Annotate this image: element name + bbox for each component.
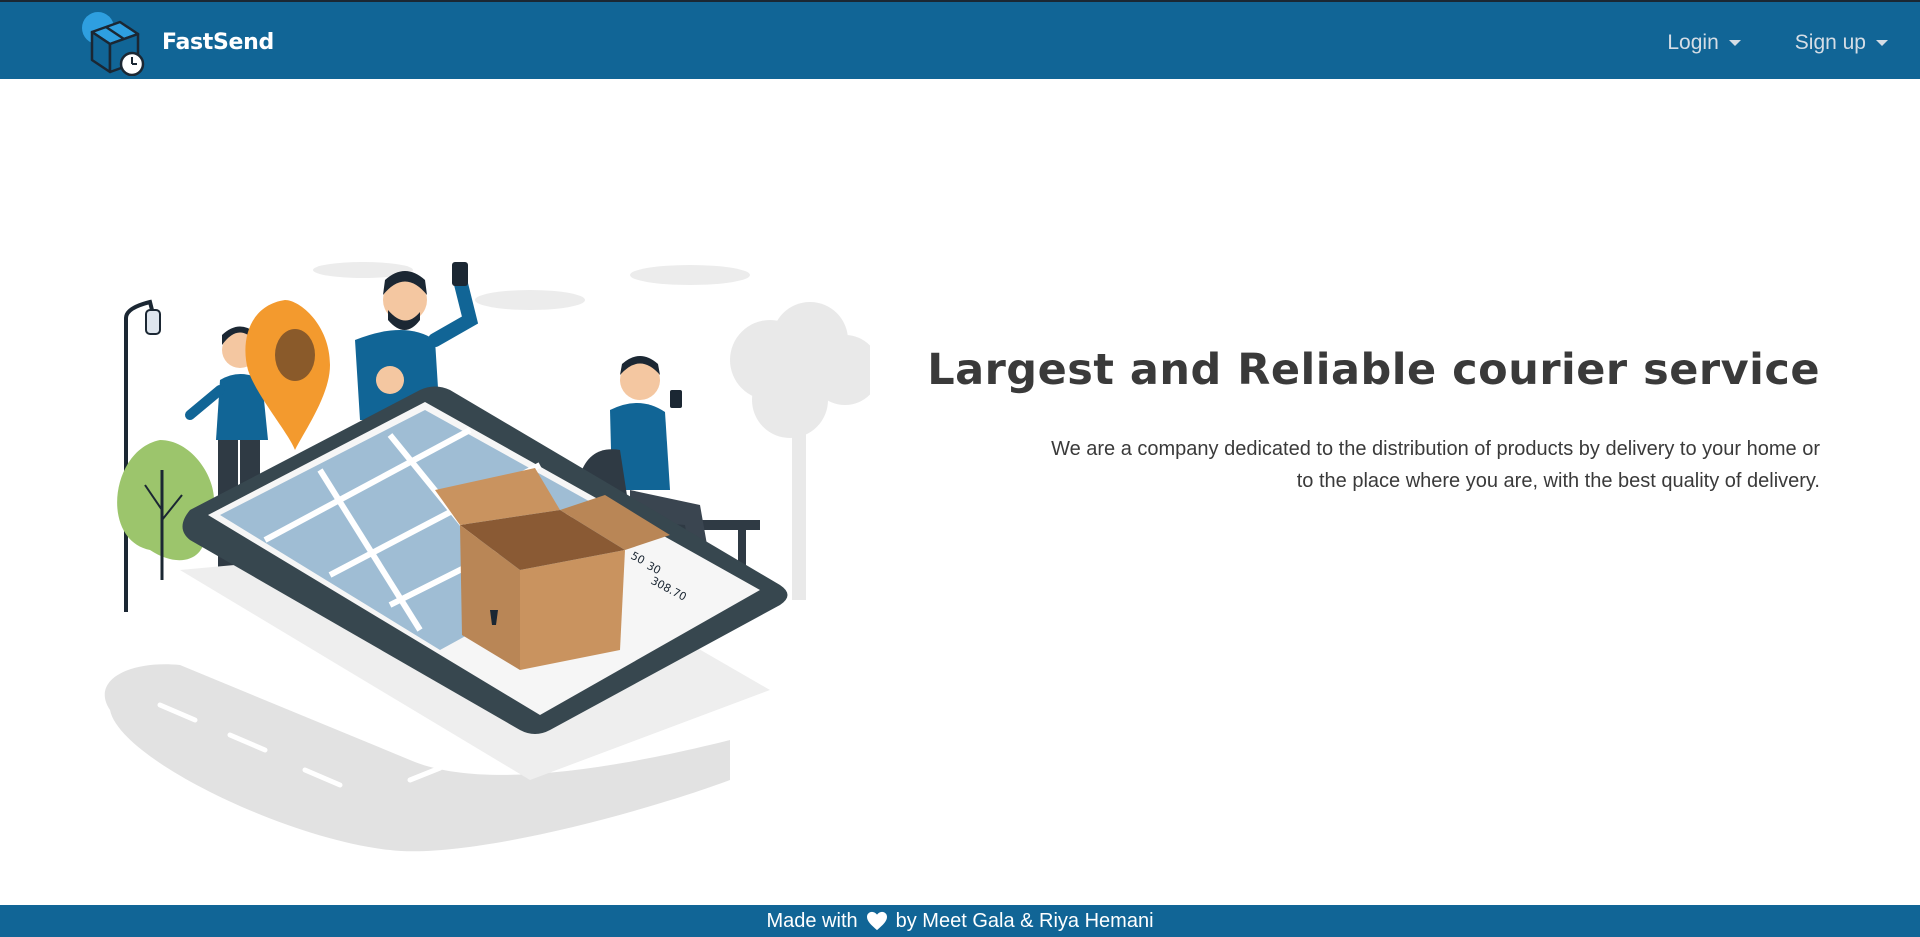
package-clock-icon: [82, 12, 145, 76]
hero-text: Largest and Reliable courier service We …: [900, 345, 1820, 497]
heart-icon: [866, 911, 887, 931]
hero-description-line-1: We are a company dedicated to the distri…: [1051, 438, 1820, 460]
brand-name: FastSend: [162, 29, 274, 55]
background-tree: [730, 302, 870, 600]
hero-description-line-2: to the place where you are, with the bes…: [1296, 470, 1820, 492]
footer: Made with by Meet Gala & Riya Hemani: [0, 905, 1920, 937]
signup-label: Sign up: [1794, 30, 1866, 54]
footer-prefix: Made with: [766, 909, 858, 932]
login-dropdown[interactable]: Login: [1667, 30, 1741, 55]
brand-link[interactable]: FastSend: [78, 8, 274, 76]
navbar: FastSend Login Sign up: [0, 2, 1920, 79]
login-label: Login: [1667, 30, 1719, 54]
hero-description: We are a company dedicated to the distri…: [900, 433, 1820, 497]
caret-down-icon: [1728, 39, 1741, 46]
nav-menu: Login Sign up: [1613, 4, 1888, 81]
caret-down-icon: [1876, 39, 1888, 46]
footer-suffix: by Meet Gala & Riya Hemani: [895, 909, 1154, 932]
delivery-illustration: 50 30 308.70: [104, 262, 870, 852]
signup-dropdown[interactable]: Sign up: [1795, 31, 1888, 55]
hero-title: Largest and Reliable courier service: [927, 345, 1820, 395]
